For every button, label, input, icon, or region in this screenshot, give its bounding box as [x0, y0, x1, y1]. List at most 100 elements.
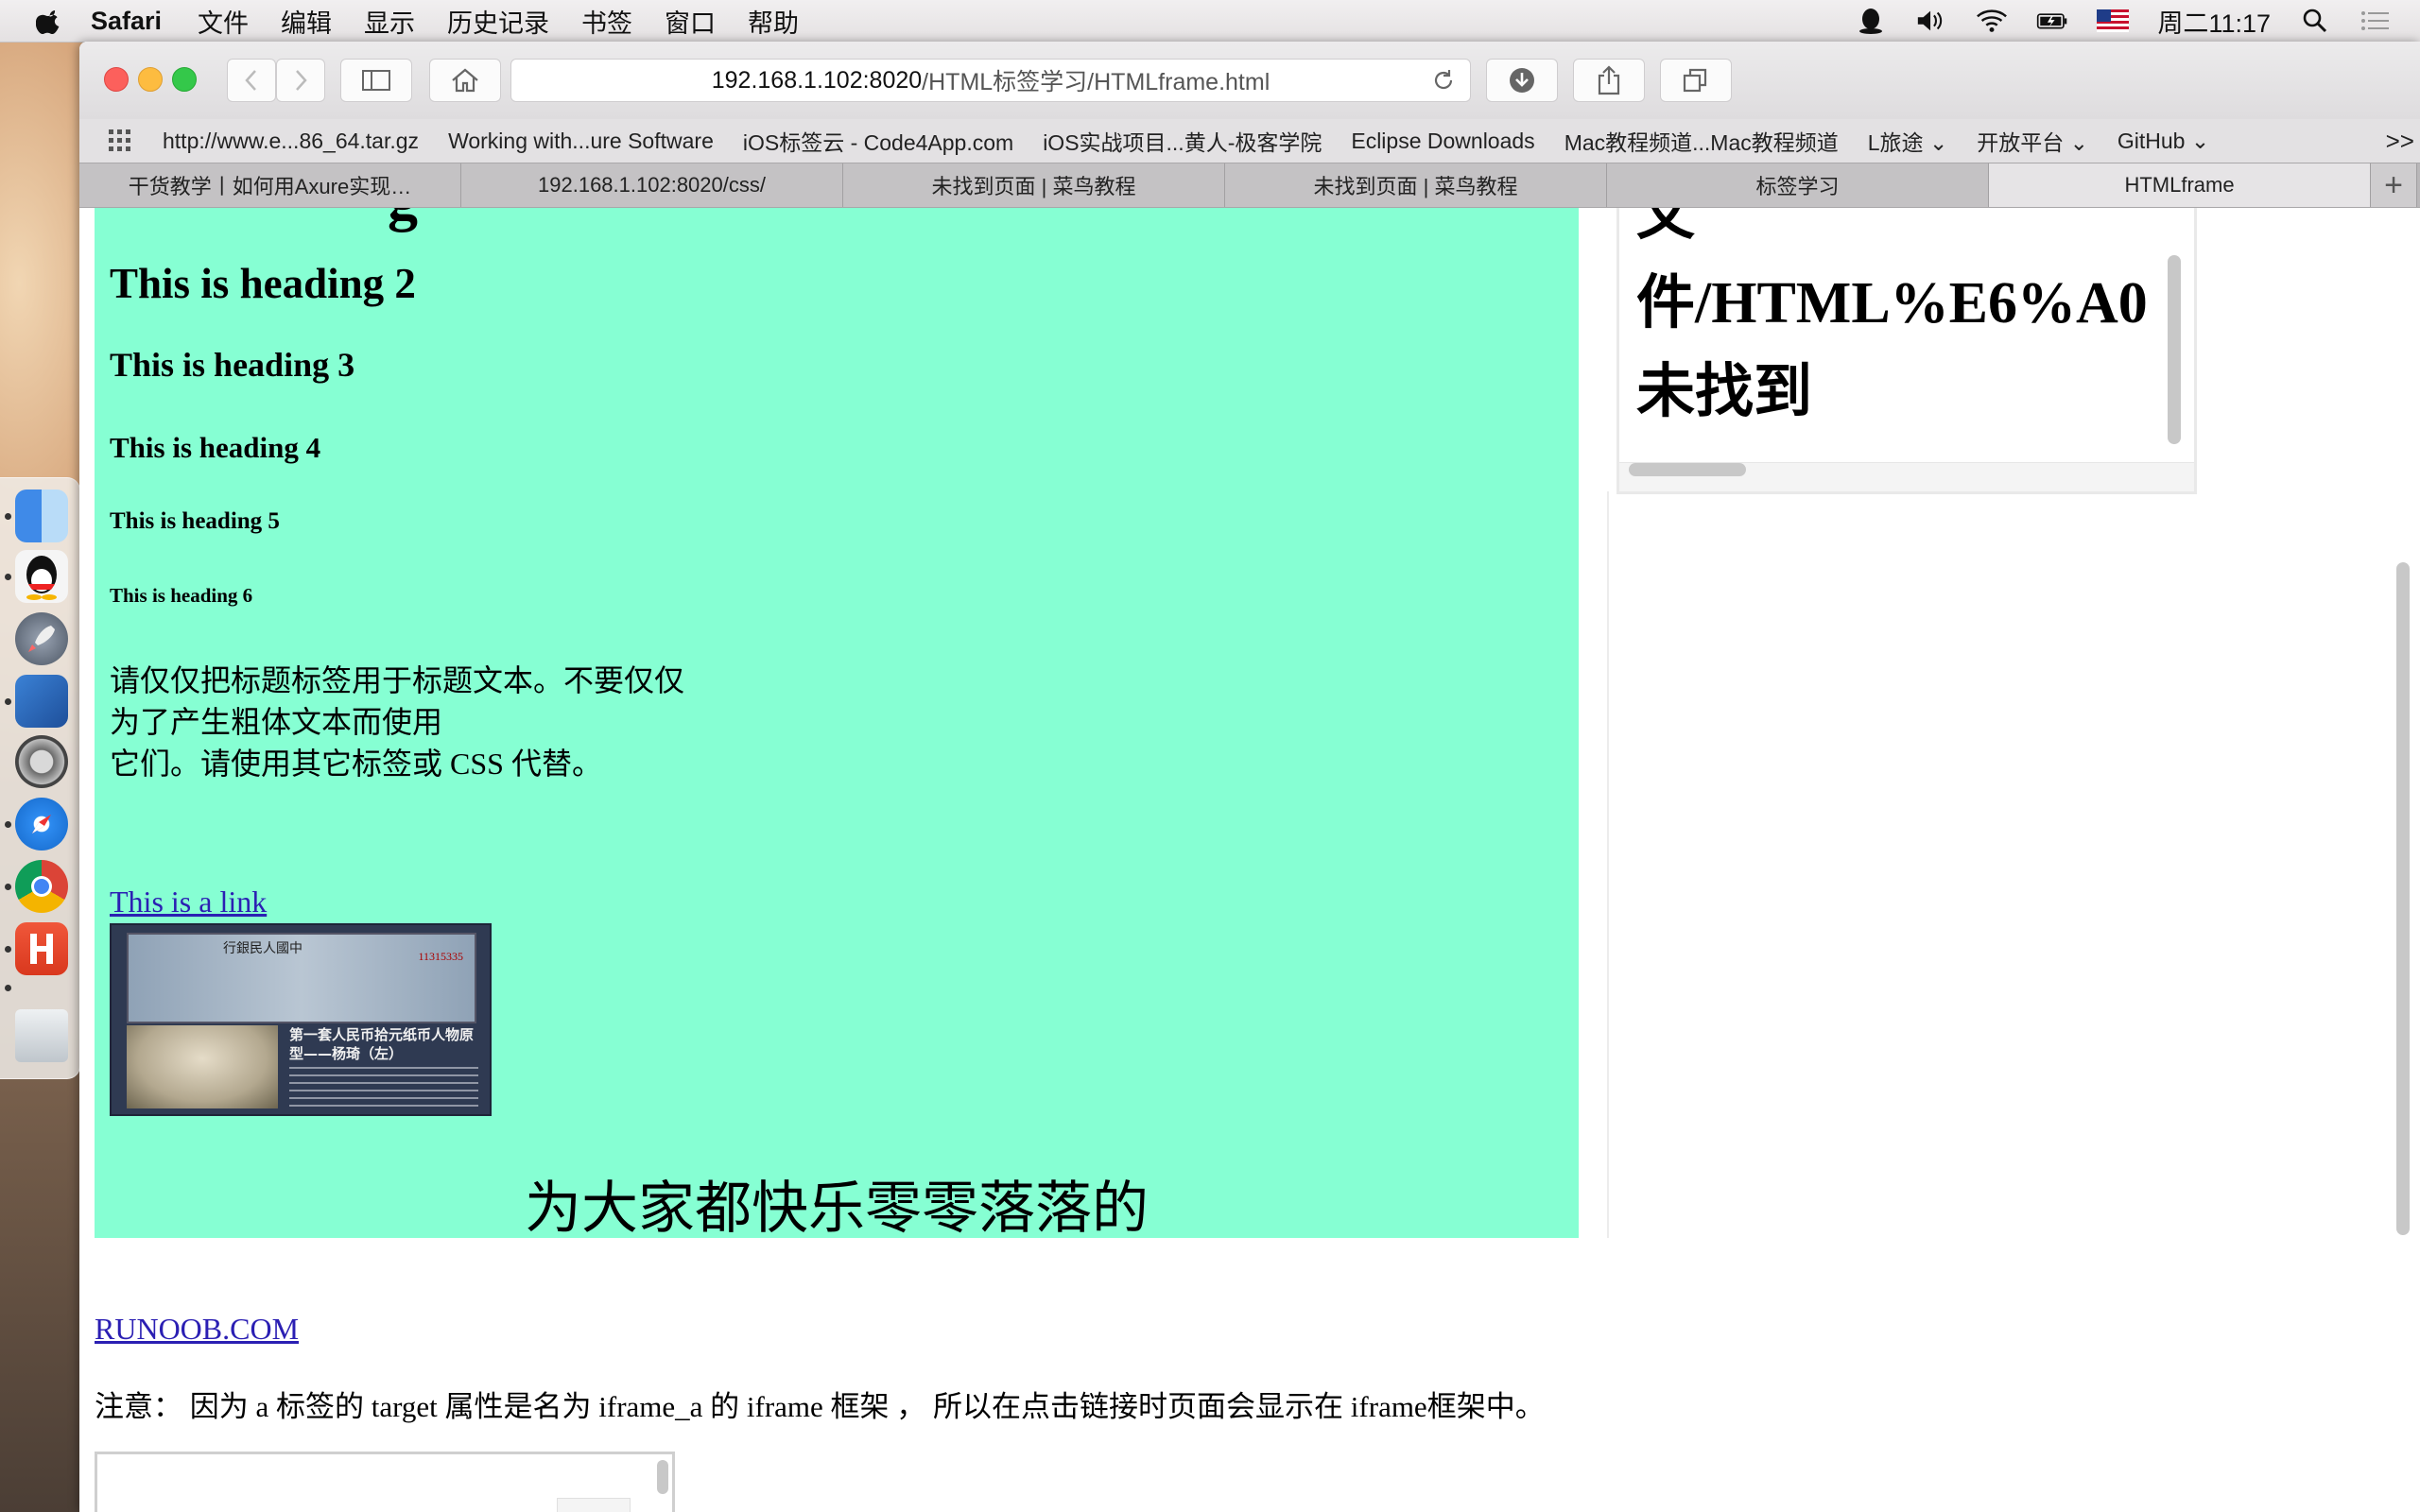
menu-window[interactable]: 窗口: [665, 3, 716, 40]
sidebar-toggle-button[interactable]: [340, 59, 412, 102]
page-vertical-scrollbar[interactable]: [2396, 562, 2410, 1235]
downloads-button[interactable]: [1486, 59, 1558, 102]
instruction-paragraph: 请仅仅把标题标签用于标题文本。不要仅仅 为了产生粗体文本而使用 它们。请使用其它…: [110, 660, 715, 784]
paragraph-line: 它们。请使用其它标签或 CSS 代替。: [110, 747, 602, 781]
download-icon: [1510, 68, 1534, 93]
tab-bar: 干货教学丨如何用Axure实现… 192.168.1.102:8020/css/…: [79, 163, 2420, 208]
chevron-right-icon: [296, 70, 307, 91]
qq-icon[interactable]: [15, 550, 68, 603]
heading-3: This is heading 3: [110, 346, 355, 384]
paragraph-line: 请仅仅把标题标签用于标题文本。不要仅仅: [110, 663, 685, 697]
bookmark-item[interactable]: Eclipse Downloads: [1351, 129, 1534, 154]
menu-history[interactable]: 历史记录: [447, 3, 549, 40]
right-iframe-horizontal-scrollbar[interactable]: [1629, 463, 1746, 476]
bookmark-item[interactable]: Mac教程频道...Mac教程频道: [1564, 125, 1839, 157]
menu-bar: Safari 文件 编辑 显示 历史记录 书签 窗口 帮助 周二11:17: [0, 0, 2420, 43]
bookmark-item[interactable]: http://www.e...86_64.tar.gz: [163, 129, 419, 154]
bookmark-item[interactable]: iOS标签云 - Code4App.com: [743, 125, 1013, 157]
qq-status-icon[interactable]: [1855, 7, 1887, 35]
runoob-logo-main: RUNOOB: [152, 1503, 424, 1512]
spotlight-search-icon[interactable]: [2299, 7, 2331, 35]
banknote-serial: 11315335: [418, 950, 463, 963]
forward-button[interactable]: [276, 59, 325, 102]
bookmarks-overflow-button[interactable]: >>: [2386, 127, 2414, 156]
banknote-image[interactable]: 行銀民人國中 11315335 第一套人民币拾元纸币人物原型——杨琦（左）: [110, 923, 492, 1116]
tab-css[interactable]: 192.168.1.102:8020/css/: [461, 163, 843, 207]
runoob-logo: RUNOOB.COM: [152, 1502, 590, 1512]
tabs-overview-icon: [1683, 68, 1707, 93]
new-tab-button[interactable]: +: [2371, 163, 2417, 207]
reload-icon[interactable]: [1430, 67, 1457, 94]
apple-icon[interactable]: [36, 7, 64, 35]
notification-center-icon[interactable]: [2360, 7, 2392, 35]
bookmark-item[interactable]: Working with...ure Software: [448, 129, 714, 154]
show-all-tabs-button[interactable]: [1660, 59, 1732, 102]
xcode-icon[interactable]: [15, 675, 68, 728]
safari-compass-icon[interactable]: [15, 798, 68, 850]
bookmark-folder[interactable]: GitHub ⌄: [2118, 129, 2209, 154]
top-sites-grid-icon[interactable]: [106, 127, 134, 155]
tab-tag-learning[interactable]: 标签学习: [1607, 163, 1989, 207]
share-button[interactable]: [1573, 59, 1645, 102]
dock-running-indicator: [5, 698, 11, 705]
zoom-window-button[interactable]: [172, 67, 197, 92]
tab-htmlframe[interactable]: HTMLframe: [1989, 163, 2371, 207]
minimize-window-button[interactable]: [138, 67, 163, 92]
right-iframe-line: 件/HTML%E6%A0: [1636, 271, 2148, 335]
sample-link[interactable]: This is a link: [110, 885, 267, 919]
bookmark-item[interactable]: iOS实战项目...黄人-极客学院: [1043, 125, 1322, 157]
home-button[interactable]: [429, 59, 501, 102]
banknote-note: 行銀民人國中 11315335: [127, 933, 476, 1023]
right-iframe-line: 文: [1636, 208, 1696, 247]
launchpad-rocket-icon[interactable]: [15, 612, 68, 665]
wifi-icon[interactable]: [1976, 7, 2008, 35]
chevron-left-icon: [245, 70, 256, 91]
bookmark-folder[interactable]: L旅途 ⌄: [1868, 125, 1947, 157]
right-iframe-line: 未找到: [1636, 360, 1813, 424]
close-window-button[interactable]: [104, 67, 129, 92]
green-iframe: g This is heading 2 This is heading 3 Th…: [95, 208, 1579, 1238]
menu-safari[interactable]: Safari: [91, 7, 162, 36]
tab-axure[interactable]: 干货教学丨如何用Axure实现…: [79, 163, 461, 207]
dock-running-indicator: [5, 821, 11, 828]
menu-view[interactable]: 显示: [364, 3, 415, 40]
menu-edit[interactable]: 编辑: [281, 3, 332, 40]
volume-icon[interactable]: [1915, 7, 1947, 35]
runoob-link[interactable]: RUNOOB.COM: [95, 1312, 299, 1347]
menu-clock[interactable]: 周二11:17: [2157, 3, 2271, 40]
banknote-text-lines: [289, 1067, 478, 1108]
dock: [0, 477, 80, 1079]
frame-separator: [1607, 491, 1609, 1238]
dock-running-indicator: [5, 513, 11, 520]
address-bar[interactable]: 192.168.1.102:8020/HTML标签学习/HTMLframe.ht…: [510, 59, 1471, 102]
hbuilder-icon[interactable]: [15, 922, 68, 975]
right-iframe-text: 文 件/HTML%E6%A0 未找到: [1636, 208, 2148, 437]
finder-icon[interactable]: [15, 490, 68, 542]
heading-1-partial: g: [388, 208, 418, 234]
trash-icon[interactable]: [15, 1009, 68, 1062]
banknote-caption: 第一套人民币拾元纸币人物原型——杨琦（左）: [289, 1026, 475, 1062]
bookmarks-bar: http://www.e...86_64.tar.gz Working with…: [79, 119, 2420, 163]
bookmark-folder[interactable]: 开放平台 ⌄: [1977, 125, 2088, 157]
runoob-iframe-scrollbar[interactable]: [657, 1460, 668, 1494]
system-preferences-gear-icon[interactable]: [15, 735, 68, 788]
heading-2: This is heading 2: [110, 260, 416, 307]
paragraph-line: 为了产生粗体文本而使用: [110, 705, 443, 739]
input-source-us-flag-icon[interactable]: [2097, 7, 2130, 35]
right-iframe-vertical-scrollbar[interactable]: [2168, 255, 2181, 444]
menu-help[interactable]: 帮助: [748, 3, 799, 40]
home-icon: [452, 68, 478, 93]
back-button[interactable]: [227, 59, 276, 102]
address-path: /HTML标签学习/HTMLframe.html: [922, 69, 1270, 95]
large-text: 为大家都快乐零零落落的: [525, 1177, 1149, 1238]
menu-file[interactable]: 文件: [198, 3, 249, 40]
dock-running-indicator: [5, 884, 11, 890]
back-to-top-button[interactable]: [557, 1498, 631, 1512]
chrome-icon[interactable]: [15, 860, 68, 913]
tab-not-found-2[interactable]: 未找到页面 | 菜鸟教程: [1225, 163, 1607, 207]
menu-bookmarks[interactable]: 书签: [581, 3, 632, 40]
dock-running-indicator: [5, 946, 11, 953]
sidebar-icon: [362, 70, 390, 91]
tab-not-found-1[interactable]: 未找到页面 | 菜鸟教程: [843, 163, 1225, 207]
battery-icon[interactable]: [2036, 7, 2068, 35]
